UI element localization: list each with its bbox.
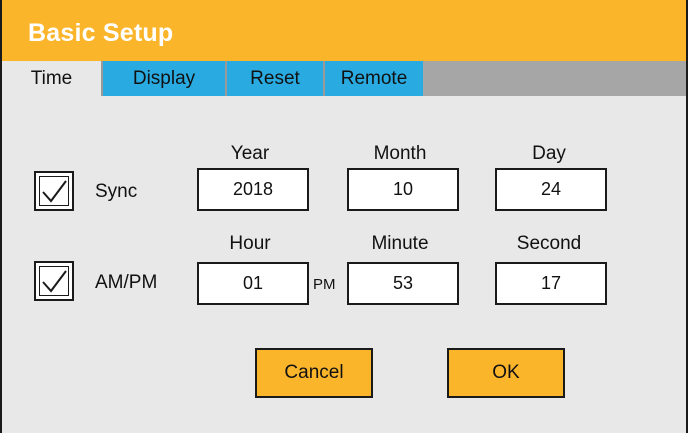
day-label: Day <box>532 143 566 164</box>
sync-label: Sync <box>95 181 138 202</box>
ampm-checkbox[interactable] <box>34 261 74 301</box>
year-label: Year <box>230 143 270 164</box>
tab-reset[interactable]: Reset <box>227 61 323 96</box>
month-field[interactable]: 10 <box>347 168 459 211</box>
checkbox-inner <box>39 176 69 206</box>
tab-time[interactable]: Time <box>2 61 101 96</box>
hour-field[interactable]: 01 <box>197 262 309 305</box>
ok-button[interactable]: OK <box>447 348 565 398</box>
cancel-button[interactable]: Cancel <box>255 348 373 398</box>
basic-setup-window: Basic Setup Time Display Reset Remote Ye… <box>0 0 688 433</box>
sync-checkbox[interactable] <box>34 171 74 211</box>
day-field[interactable]: 24 <box>495 168 607 211</box>
minute-label: Minute <box>371 233 429 254</box>
tab-remote[interactable]: Remote <box>325 61 423 96</box>
window-title: Basic Setup <box>28 19 174 47</box>
ampm-indicator: PM <box>313 276 336 293</box>
minute-field[interactable]: 53 <box>347 262 459 305</box>
checkmark-icon <box>42 180 67 203</box>
tab-bar: Time Display Reset Remote <box>2 61 686 96</box>
hour-label: Hour <box>229 233 271 254</box>
title-bar: Basic Setup <box>2 0 686 61</box>
year-field[interactable]: 2018 <box>197 168 309 211</box>
checkmark-icon <box>42 270 67 293</box>
second-field[interactable]: 17 <box>495 262 607 305</box>
checkbox-inner <box>39 266 69 296</box>
tab-display[interactable]: Display <box>103 61 225 96</box>
second-label: Second <box>516 233 582 254</box>
ampm-label: AM/PM <box>95 272 158 293</box>
month-label: Month <box>373 143 427 164</box>
